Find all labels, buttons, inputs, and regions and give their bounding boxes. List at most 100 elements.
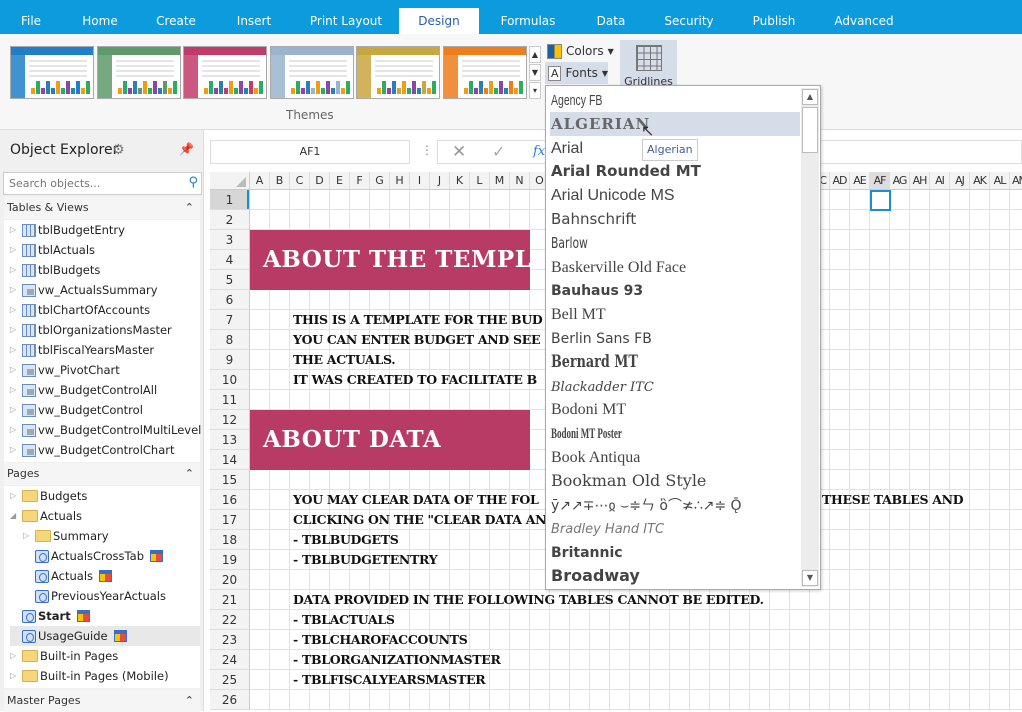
row-header[interactable]: 13 <box>210 430 250 450</box>
tree-item[interactable]: ▷ tblOrganizationsMaster <box>10 320 172 340</box>
tree-item[interactable]: ◢ Actuals <box>10 506 82 526</box>
column-header[interactable]: G <box>370 172 390 190</box>
caret-right-icon[interactable]: ▷ <box>10 300 20 320</box>
tree-item[interactable]: ▷ Built-in Pages <box>10 646 118 666</box>
cancel-icon[interactable]: ✕ <box>452 142 466 162</box>
caret-right-icon[interactable]: ▷ <box>10 340 20 360</box>
tables-views-header[interactable]: Tables & Views ⌃ <box>4 197 200 219</box>
text-line[interactable]: THIS IS A TEMPLATE FOR THE BUD <box>293 310 543 330</box>
tree-item[interactable]: ▷ tblBudgetEntry <box>10 220 125 240</box>
column-header[interactable]: E <box>330 172 350 190</box>
font-option[interactable]: Bell MT <box>550 302 800 326</box>
font-option[interactable]: Bahnschrift <box>550 207 800 231</box>
tree-item[interactable]: UsageGuide <box>10 626 200 646</box>
column-header[interactable]: H <box>390 172 410 190</box>
caret-right-icon[interactable]: ▷ <box>10 380 20 400</box>
column-header[interactable]: N <box>510 172 530 190</box>
tree-item[interactable]: Actuals <box>23 566 113 586</box>
text-line[interactable]: YOU CAN ENTER BUDGET AND SEE <box>293 330 540 350</box>
pages-header[interactable]: Pages ⌃ <box>4 463 200 485</box>
column-header[interactable]: M <box>490 172 510 190</box>
font-option[interactable]: ȳ↗↗∓⋯ჲ ⌣≑ㄣ ὃ⌒≭∴↗≑ Ǭ <box>550 493 800 517</box>
tree-item[interactable]: Start <box>10 606 90 626</box>
row-header[interactable]: 5 <box>210 270 250 290</box>
pin-icon[interactable]: 📌 <box>179 142 194 156</box>
font-option[interactable]: Broadway <box>550 564 800 588</box>
row-header[interactable]: 12 <box>210 410 250 430</box>
font-option[interactable]: Barlow <box>550 231 800 255</box>
column-header[interactable]: AG <box>890 172 910 190</box>
column-header[interactable]: J <box>430 172 450 190</box>
caret-down-icon[interactable]: ◢ <box>10 506 20 526</box>
scroll-thumb[interactable] <box>802 107 818 153</box>
caret-right-icon[interactable]: ▷ <box>10 240 20 260</box>
column-header[interactable]: AF <box>870 172 890 190</box>
column-header[interactable]: A <box>250 172 270 190</box>
row-header[interactable]: 1 <box>210 190 250 210</box>
text-line[interactable]: IT WAS CREATED TO FACILITATE B <box>293 370 537 390</box>
search-objects-field[interactable]: ⚲ <box>3 172 202 195</box>
column-header[interactable]: AL <box>990 172 1010 190</box>
row-header[interactable]: 19 <box>210 550 250 570</box>
selected-cell[interactable] <box>870 190 891 211</box>
themes-more-button[interactable]: ▾ <box>529 82 541 99</box>
tab-data[interactable]: Data <box>590 8 632 34</box>
tab-home[interactable]: Home <box>72 8 128 34</box>
font-option[interactable]: Baskerville Old Face <box>550 255 800 279</box>
theme-thumbnail[interactable] <box>356 46 440 99</box>
text-line[interactable]: - TBLCHAROFACCOUNTS <box>293 630 468 650</box>
theme-thumbnail[interactable] <box>10 46 94 99</box>
tab-publish[interactable]: Publish <box>741 8 807 34</box>
row-header[interactable]: 23 <box>210 630 250 650</box>
caret-right-icon[interactable]: ▷ <box>10 440 20 460</box>
search-input[interactable] <box>4 173 174 193</box>
row-header[interactable]: 14 <box>210 450 250 470</box>
text-line[interactable]: YOU MAY CLEAR DATA OF THE FOL <box>293 490 539 510</box>
chevron-up-icon[interactable]: ⌃ <box>185 197 194 219</box>
column-header[interactable]: I <box>410 172 430 190</box>
text-line[interactable]: - TBLACTUALS <box>293 610 395 630</box>
gear-icon[interactable]: ⚙ <box>112 142 125 158</box>
search-icon[interactable]: ⚲ <box>188 175 198 190</box>
function-icon[interactable]: fx <box>533 144 545 159</box>
font-option[interactable]: Bodoni MT Poster <box>550 421 800 445</box>
chevron-up-icon[interactable]: ⌃ <box>185 690 194 712</box>
scroll-up-button[interactable]: ▲ <box>802 89 818 105</box>
row-header[interactable]: 17 <box>210 510 250 530</box>
colors-button[interactable]: Colors ▼ <box>547 41 614 61</box>
tab-security[interactable]: Security <box>655 8 723 34</box>
row-header[interactable]: 6 <box>210 290 250 310</box>
row-header[interactable]: 22 <box>210 610 250 630</box>
column-header[interactable]: F <box>350 172 370 190</box>
column-header[interactable]: AJ <box>950 172 970 190</box>
row-header[interactable]: 15 <box>210 470 250 490</box>
column-header[interactable]: L <box>470 172 490 190</box>
name-box[interactable]: AF1 <box>210 140 410 164</box>
tree-item[interactable]: ▷ vw_ActualsSummary <box>10 280 158 300</box>
row-header[interactable]: 10 <box>210 370 250 390</box>
tree-item[interactable]: ▷ tblBudgets <box>10 260 100 280</box>
row-header[interactable]: 18 <box>210 530 250 550</box>
row-header[interactable]: 3 <box>210 230 250 250</box>
tree-item[interactable]: ▷ vw_BudgetControlAll <box>10 380 157 400</box>
tab-formulas[interactable]: Formulas <box>488 8 568 34</box>
column-header[interactable]: C <box>290 172 310 190</box>
select-all-corner[interactable] <box>210 172 250 190</box>
scroll-down-button[interactable]: ▼ <box>802 570 818 586</box>
column-header[interactable]: AE <box>850 172 870 190</box>
chevron-up-icon[interactable]: ⌃ <box>185 463 194 485</box>
caret-right-icon[interactable]: ▷ <box>23 526 33 546</box>
drag-handle-icon[interactable]: ⋮ <box>421 143 433 157</box>
theme-thumbnail[interactable] <box>269 46 354 99</box>
text-line[interactable]: CLICKING ON THE "CLEAR DATA AN <box>293 510 547 530</box>
font-option[interactable]: Berlin Sans FB <box>550 326 800 350</box>
text-line[interactable]: - TBLBUDGETENTRY <box>293 550 438 570</box>
tab-design[interactable]: Design <box>399 8 479 34</box>
fonts-button[interactable]: A Fonts ▼ <box>545 62 608 84</box>
caret-right-icon[interactable]: ▷ <box>10 420 20 440</box>
tree-item[interactable]: ▷ tblChartOfAccounts <box>10 300 150 320</box>
caret-right-icon[interactable]: ▷ <box>10 360 20 380</box>
font-option[interactable]: Bookman Old Style <box>550 469 800 493</box>
tree-item[interactable]: ▷ tblFiscalYearsMaster <box>10 340 154 360</box>
font-option[interactable]: Arial Rounded MT <box>550 159 800 183</box>
